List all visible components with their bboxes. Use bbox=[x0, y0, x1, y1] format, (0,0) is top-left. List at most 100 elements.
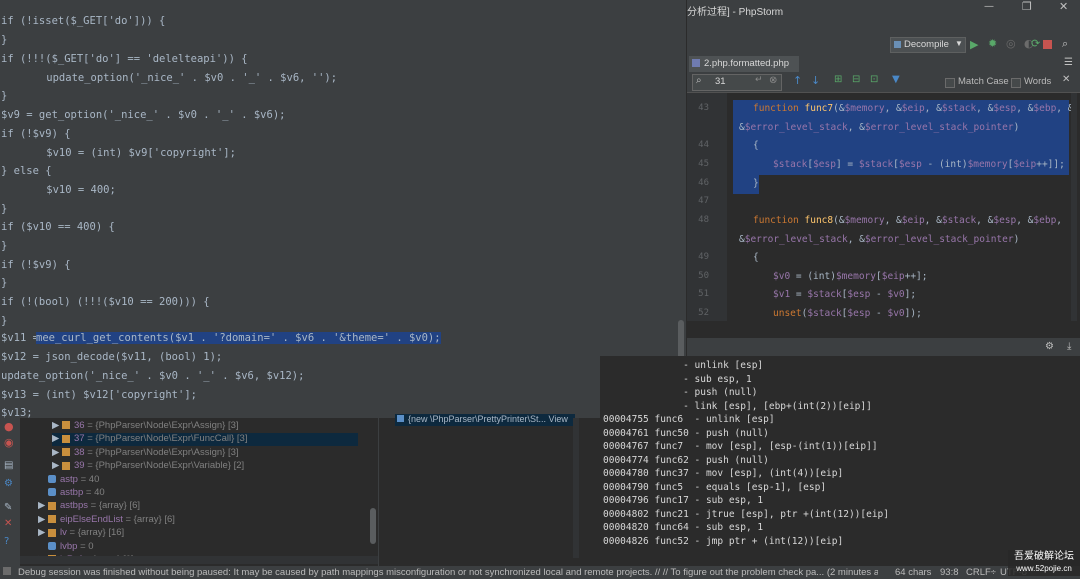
variables-tree[interactable]: ▶ 36 = {PhpParser\Node\Expr\Assign} [3] ▶ 3… bbox=[20, 418, 378, 566]
previous-occurrence-icon[interactable]: ↑ bbox=[793, 74, 802, 87]
php-config-icon bbox=[894, 41, 901, 48]
tree-row-value: = {array} [6] bbox=[122, 513, 175, 525]
overlay-code-line: } bbox=[1, 240, 8, 252]
code-line: function func8(&$memory, &$eip, &$stack,… bbox=[753, 215, 1063, 226]
tree-row[interactable]: ▶ 37 = {PhpParser\Node\Expr\FuncCall} [3] bbox=[52, 433, 358, 447]
select-all-occurrences-icon[interactable]: ⊡ bbox=[870, 74, 878, 85]
code-editor[interactable]: 43 44 45 46 47 48 49 50 51 52 function func7(&$me… bbox=[687, 93, 1080, 321]
tree-row-name: astp bbox=[60, 473, 78, 485]
array-icon bbox=[48, 501, 56, 510]
debug-icon[interactable]: ✹ bbox=[988, 37, 997, 50]
tree-row[interactable]: ▶ 36 = {PhpParser\Node\Expr\Assign} [3] bbox=[52, 420, 358, 433]
close-debug-icon[interactable]: ✕ bbox=[4, 518, 12, 529]
tree-row[interactable]: ▶ eipElseEndList = {array} [6] bbox=[38, 514, 358, 527]
tab-label: 2.php.formatted.php bbox=[704, 58, 790, 69]
pin-icon[interactable]: ✎ bbox=[4, 502, 12, 513]
caret-position[interactable]: 93:8 bbox=[940, 567, 959, 578]
watch-pane[interactable]: {new \PhpParser\PrettyPrinter\St... View bbox=[378, 414, 601, 566]
run-icon[interactable]: ▶ bbox=[970, 38, 978, 51]
find-input[interactable]: ⌕ 31 ↵ ⊗ bbox=[692, 74, 782, 91]
remove-occurrence-icon[interactable]: ⊟ bbox=[852, 74, 860, 85]
coverage-icon[interactable]: ◎ bbox=[1006, 37, 1016, 50]
panel-toggle-icon[interactable] bbox=[3, 567, 11, 575]
console-line: 00004774 func62 - push (null) bbox=[603, 454, 769, 466]
stop-icon[interactable] bbox=[1043, 40, 1052, 49]
search-icon: ⌕ bbox=[696, 75, 702, 86]
array-icon bbox=[62, 434, 70, 443]
minimize-icon[interactable]: — bbox=[984, 1, 994, 12]
code-line: $stack[$esp] = $stack[$esp - (int)$memor… bbox=[773, 159, 1065, 170]
array-icon bbox=[48, 515, 56, 524]
watch-scrollbar[interactable] bbox=[573, 418, 579, 558]
overlay-code-line: } bbox=[1, 90, 8, 102]
tree-row-name: lvbp bbox=[60, 540, 78, 552]
tree-row[interactable]: ▶ 38 = {PhpParser\Node\Expr\Assign} [3] bbox=[52, 447, 358, 460]
hide-panel-icon[interactable]: ⤓ bbox=[1067, 341, 1071, 352]
next-occurrence-icon[interactable]: ↓ bbox=[811, 74, 820, 87]
overlay-code-line: $v13; bbox=[1, 407, 33, 418]
tree-row-name: 36 bbox=[74, 420, 85, 431]
run-config-label: Decompile bbox=[904, 39, 949, 50]
tree-row[interactable]: ▶ lv = {array} [16] bbox=[38, 527, 358, 540]
rerun-icon[interactable]: ⟳ bbox=[1031, 37, 1040, 50]
tree-row[interactable]: ▶ astbps = {array} [6] bbox=[38, 500, 358, 513]
newline-icon[interactable]: ↵ bbox=[755, 75, 763, 85]
breakpoints-icon[interactable]: ● bbox=[4, 420, 14, 433]
expand-arrow-icon[interactable]: ▶ bbox=[38, 514, 48, 525]
tree-row-value: = {PhpParser\Node\Expr\FuncCall} [3] bbox=[84, 433, 248, 445]
help-icon[interactable]: ? bbox=[4, 536, 9, 547]
console-line: - sub esp, 1 bbox=[603, 373, 752, 385]
line-number: 43 bbox=[698, 103, 709, 113]
tree-row-value: = {array} [16] bbox=[66, 527, 125, 539]
run-config-select[interactable]: Decompile ▼ bbox=[890, 37, 966, 53]
expand-arrow-icon[interactable]: ▶ bbox=[52, 460, 62, 471]
overlay-code-line: $v13 = (int) $v12['copyright']; bbox=[1, 389, 197, 401]
overlay-code-line: if (!!!($_GET['do'] == 'delelteapi')) { bbox=[1, 53, 248, 65]
status-message[interactable]: Debug session was finished without being… bbox=[18, 567, 878, 578]
tree-row[interactable]: lvbp = 0 bbox=[38, 541, 358, 554]
close-find-icon[interactable]: ✕ bbox=[1062, 74, 1070, 85]
overlay-code-line: if (!(bool) (!!!($v10 == 200))) { bbox=[1, 296, 210, 308]
object-icon bbox=[397, 415, 404, 422]
line-number: 52 bbox=[698, 308, 709, 318]
main-toolbar: Decompile ▼ ▶ ✹ ◎ ◐ ⟳ ⌕ bbox=[687, 34, 1080, 56]
expand-arrow-icon[interactable]: ▶ bbox=[52, 433, 62, 444]
gear-icon[interactable]: ⚙ bbox=[1045, 341, 1054, 352]
clear-search-icon[interactable]: ⊗ bbox=[769, 75, 777, 86]
search-everywhere-icon[interactable]: ⌕ bbox=[1062, 37, 1068, 51]
line-number: 48 bbox=[698, 215, 709, 225]
tree-scrollbar[interactable] bbox=[370, 508, 376, 544]
close-window-icon[interactable]: ✕ bbox=[1059, 0, 1068, 13]
output-console[interactable]: - unlink [esp] - sub esp, 1 - push (null… bbox=[600, 356, 1080, 566]
expand-arrow-icon[interactable]: ▶ bbox=[52, 447, 62, 458]
console-line: 00004826 func52 - jmp ptr + (int(12))[ei… bbox=[603, 535, 844, 547]
watch-row[interactable]: {new \PhpParser\PrettyPrinter\St... View bbox=[395, 414, 575, 426]
expand-arrow-icon[interactable]: ▶ bbox=[38, 500, 48, 511]
tree-row[interactable]: astbp = 40 bbox=[38, 487, 358, 500]
line-number: 47 bbox=[698, 196, 709, 206]
settings-icon[interactable]: ⚙ bbox=[4, 478, 13, 489]
line-separator[interactable]: CRLF÷ bbox=[966, 567, 996, 578]
editor-scrollbar[interactable] bbox=[1071, 93, 1077, 321]
menu-bar bbox=[687, 17, 1080, 34]
tree-row[interactable]: ▶ 39 = {PhpParser\Node\Expr\Variable} [2] bbox=[52, 460, 358, 473]
tree-row[interactable]: astp = 40 bbox=[38, 474, 358, 487]
overlay-code-line: $v12 = json_decode($v11, (bool) 1); bbox=[1, 351, 223, 363]
frames-icon[interactable]: ▤ bbox=[4, 460, 13, 471]
words-checkbox[interactable] bbox=[1011, 78, 1021, 88]
tree-h-scrollbar[interactable] bbox=[20, 556, 378, 564]
overlay-code-line: $v10 = 400; bbox=[21, 184, 116, 196]
add-occurrence-icon[interactable]: ⊞ bbox=[834, 74, 842, 85]
tree-row-name: lv bbox=[60, 527, 67, 539]
filter-icon[interactable]: ▼ bbox=[892, 74, 900, 85]
expand-arrow-icon[interactable]: ▶ bbox=[52, 420, 62, 431]
selection-highlight bbox=[733, 137, 1069, 156]
mute-breakpoints-icon[interactable]: ◉ bbox=[4, 436, 14, 449]
code-line: &$error_level_stack, &$error_level_stack… bbox=[739, 122, 1020, 133]
overlay-code-line: } bbox=[1, 203, 8, 215]
expand-arrow-icon[interactable]: ▶ bbox=[38, 527, 48, 538]
line-number: 45 bbox=[698, 159, 709, 169]
maximize-icon[interactable]: ❐ bbox=[1022, 0, 1032, 13]
tab-settings-icon[interactable]: ☰ bbox=[1064, 57, 1073, 68]
match-case-checkbox[interactable] bbox=[945, 78, 955, 88]
